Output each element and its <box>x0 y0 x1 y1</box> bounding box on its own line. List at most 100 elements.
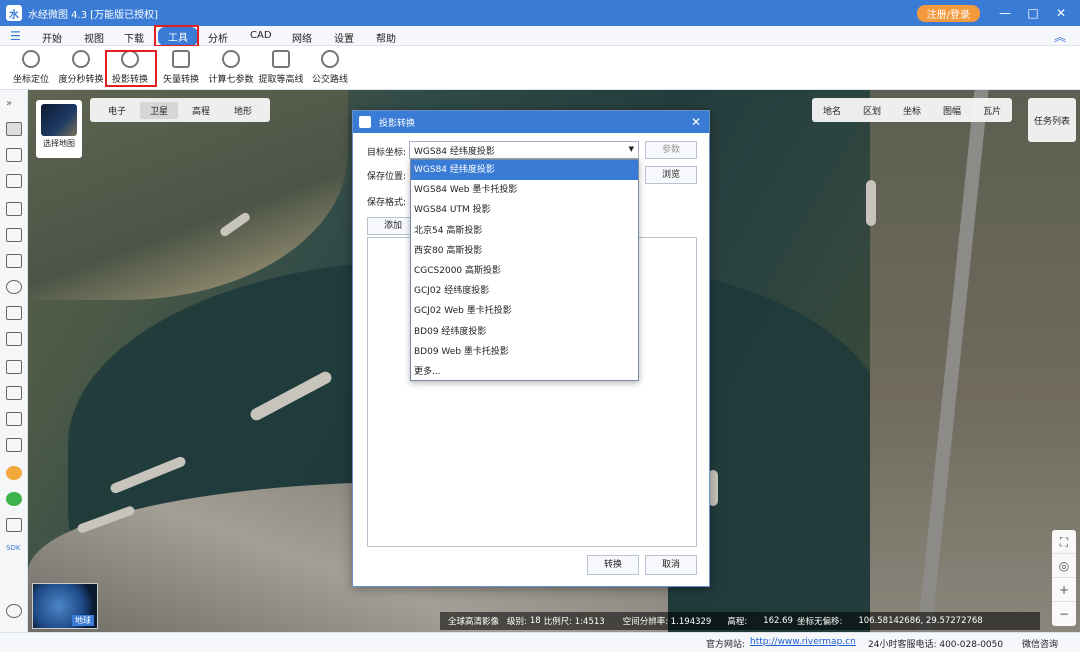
map-overlay-tools: 地名 区划 坐标 图幅 瓦片 <box>812 98 1013 122</box>
left-toolbar: » SDK <box>0 90 28 632</box>
text-icon[interactable] <box>6 332 22 346</box>
locate-icon[interactable]: ◎ <box>1052 554 1076 578</box>
register-login-button[interactable]: 注册/登录 <box>916 5 980 22</box>
option-wgs84-latlon[interactable]: WGS84 经纬度投影 <box>411 160 638 181</box>
maximize-button[interactable]: □ <box>1022 4 1044 22</box>
hamburger-menu-icon[interactable]: ☰ <box>10 29 21 43</box>
globe-label: 地球 <box>72 615 94 626</box>
tiles-button[interactable]: 瓦片 <box>972 104 1012 117</box>
tool-dms-convert[interactable]: 度分秒转换 <box>56 50 106 85</box>
coordinate-button[interactable]: 坐标 <box>892 104 932 117</box>
toolbar: 坐标定位 度分秒转换 投影转换 矢量转换 计算七参数 提取等高线 公交路线 <box>0 46 1080 90</box>
close-window-button[interactable]: ✕ <box>1050 4 1072 22</box>
menu-settings[interactable]: 设置 <box>334 30 354 45</box>
map-sheet-button[interactable]: 图幅 <box>932 104 972 117</box>
height-measure-icon[interactable] <box>6 412 22 426</box>
cancel-button[interactable]: 取消 <box>645 555 697 575</box>
area-measure-icon[interactable] <box>6 386 22 400</box>
select-arrow-icon[interactable] <box>6 148 22 162</box>
params-button[interactable]: 参数 <box>645 141 697 159</box>
resolution-readout: 空间分辨率: 1.194329 <box>622 617 712 627</box>
tool-bus-route[interactable]: 公交路线 <box>310 50 350 85</box>
level-label: 级别: <box>507 617 527 627</box>
admin-division-button[interactable]: 区划 <box>852 104 892 117</box>
fullscreen-icon[interactable]: ⛶ <box>1052 530 1076 554</box>
website-label: 官方网站: <box>706 640 746 650</box>
collapse-ribbon-icon[interactable]: ︽ <box>1054 28 1066 45</box>
route-icon <box>321 50 339 68</box>
target-coordinate-value: WGS84 经纬度投影 <box>414 147 495 157</box>
globe-view-button[interactable]: 地球 <box>32 583 98 629</box>
polyline-icon[interactable] <box>6 202 22 216</box>
tab-satellite[interactable]: 卫星 <box>140 101 179 119</box>
dialog-close-button[interactable]: ✕ <box>691 115 701 129</box>
option-gcj02-latlon[interactable]: GCJ02 经纬度投影 <box>411 281 638 301</box>
tool-seven-params[interactable]: 计算七参数 <box>206 50 256 85</box>
elevation-value: 162.69 <box>763 616 793 626</box>
tool-label: 坐标定位 <box>12 75 49 85</box>
coordinate-readout: 106.58142686, 29.57272768 <box>858 616 983 626</box>
option-wgs84-utm[interactable]: WGS84 UTM 投影 <box>411 200 638 220</box>
option-bd09-latlon[interactable]: BD09 经纬度投影 <box>411 322 638 342</box>
task-list-button[interactable]: 任务列表 <box>1028 98 1076 142</box>
circle-icon[interactable] <box>6 280 22 294</box>
option-cgcs2000-gauss[interactable]: CGCS2000 高斯投影 <box>411 261 638 281</box>
tab-electronic[interactable]: 电子 <box>98 102 136 119</box>
tab-terrain[interactable]: 地形 <box>224 102 262 119</box>
website-link[interactable]: http://www.rivermap.cn <box>750 637 856 647</box>
wechat-consult-link[interactable]: 微信咨询 <box>1022 637 1058 650</box>
help-icon[interactable] <box>6 604 22 618</box>
browse-button[interactable]: 浏览 <box>645 166 697 184</box>
ruler-icon[interactable] <box>6 360 22 374</box>
map-ship <box>866 180 876 226</box>
polygon-icon[interactable] <box>6 228 22 242</box>
pan-icon[interactable] <box>6 122 22 136</box>
tool-label: 度分秒转换 <box>58 75 104 85</box>
map-zoom-controls: ⛶ ◎ + − <box>1052 530 1076 626</box>
crosshair-icon <box>22 50 40 68</box>
place-names-button[interactable]: 地名 <box>812 104 852 117</box>
rectangle-icon[interactable] <box>6 254 22 268</box>
menu-start[interactable]: 开始 <box>42 30 62 45</box>
menu-analysis[interactable]: 分析 <box>208 30 228 45</box>
option-wgs84-web-mercator[interactable]: WGS84 Web 墨卡托投影 <box>411 180 638 200</box>
dropdown-arrow-icon: ▼ <box>628 145 634 153</box>
seven-params-icon <box>222 50 240 68</box>
title-bar: 水 水经微图 4.3 [万能版已授权] 注册/登录 — □ ✕ <box>0 0 1080 26</box>
sdk-icon[interactable]: SDK <box>6 544 22 558</box>
vector-icon <box>172 50 190 68</box>
menu-network[interactable]: 网络 <box>292 30 312 45</box>
target-coordinate-select[interactable]: WGS84 经纬度投影 ▼ <box>409 141 639 159</box>
select-map-button[interactable]: 选择地图 <box>36 100 82 158</box>
level-value: 18 <box>529 616 541 626</box>
zoom-in-button[interactable]: + <box>1052 578 1076 602</box>
menu-cad[interactable]: CAD <box>250 30 272 41</box>
option-bd09-web-mercator[interactable]: BD09 Web 墨卡托投影 <box>411 342 638 362</box>
expand-icon[interactable]: » <box>6 98 22 112</box>
zoom-out-button[interactable]: − <box>1052 602 1076 626</box>
select-map-label: 选择地图 <box>43 139 75 148</box>
tab-elevation[interactable]: 高程 <box>182 102 220 119</box>
layers-icon[interactable] <box>6 466 22 480</box>
save-location-label: 保存位置: <box>367 172 407 182</box>
tool-extract-contours[interactable]: 提取等高线 <box>256 50 306 85</box>
option-beijing54-gauss[interactable]: 北京54 高斯投影 <box>411 221 638 241</box>
menu-download[interactable]: 下载 <box>124 30 144 45</box>
minimize-button[interactable]: — <box>994 4 1016 22</box>
marker-icon[interactable] <box>6 174 22 188</box>
option-xian80-gauss[interactable]: 西安80 高斯投影 <box>411 241 638 261</box>
tool-label: 计算七参数 <box>208 75 254 85</box>
imagery-source: 全球高清影像 <box>448 617 500 627</box>
menu-view[interactable]: 视图 <box>84 30 104 45</box>
angle-measure-icon[interactable] <box>6 438 22 452</box>
menu-help[interactable]: 帮助 <box>376 30 396 45</box>
plugin-icon[interactable] <box>6 492 22 506</box>
option-gcj02-web-mercator[interactable]: GCJ02 Web 墨卡托投影 <box>411 301 638 321</box>
option-more[interactable]: 更多... <box>411 362 638 382</box>
convert-button[interactable]: 转换 <box>587 555 639 575</box>
phone-icon[interactable] <box>6 518 22 532</box>
sector-icon[interactable] <box>6 306 22 320</box>
tool-coordinate-locate[interactable]: 坐标定位 <box>12 50 50 85</box>
tool-vector-convert[interactable]: 矢量转换 <box>160 50 202 85</box>
dialog-titlebar[interactable]: 投影转换 ✕ <box>353 111 709 133</box>
